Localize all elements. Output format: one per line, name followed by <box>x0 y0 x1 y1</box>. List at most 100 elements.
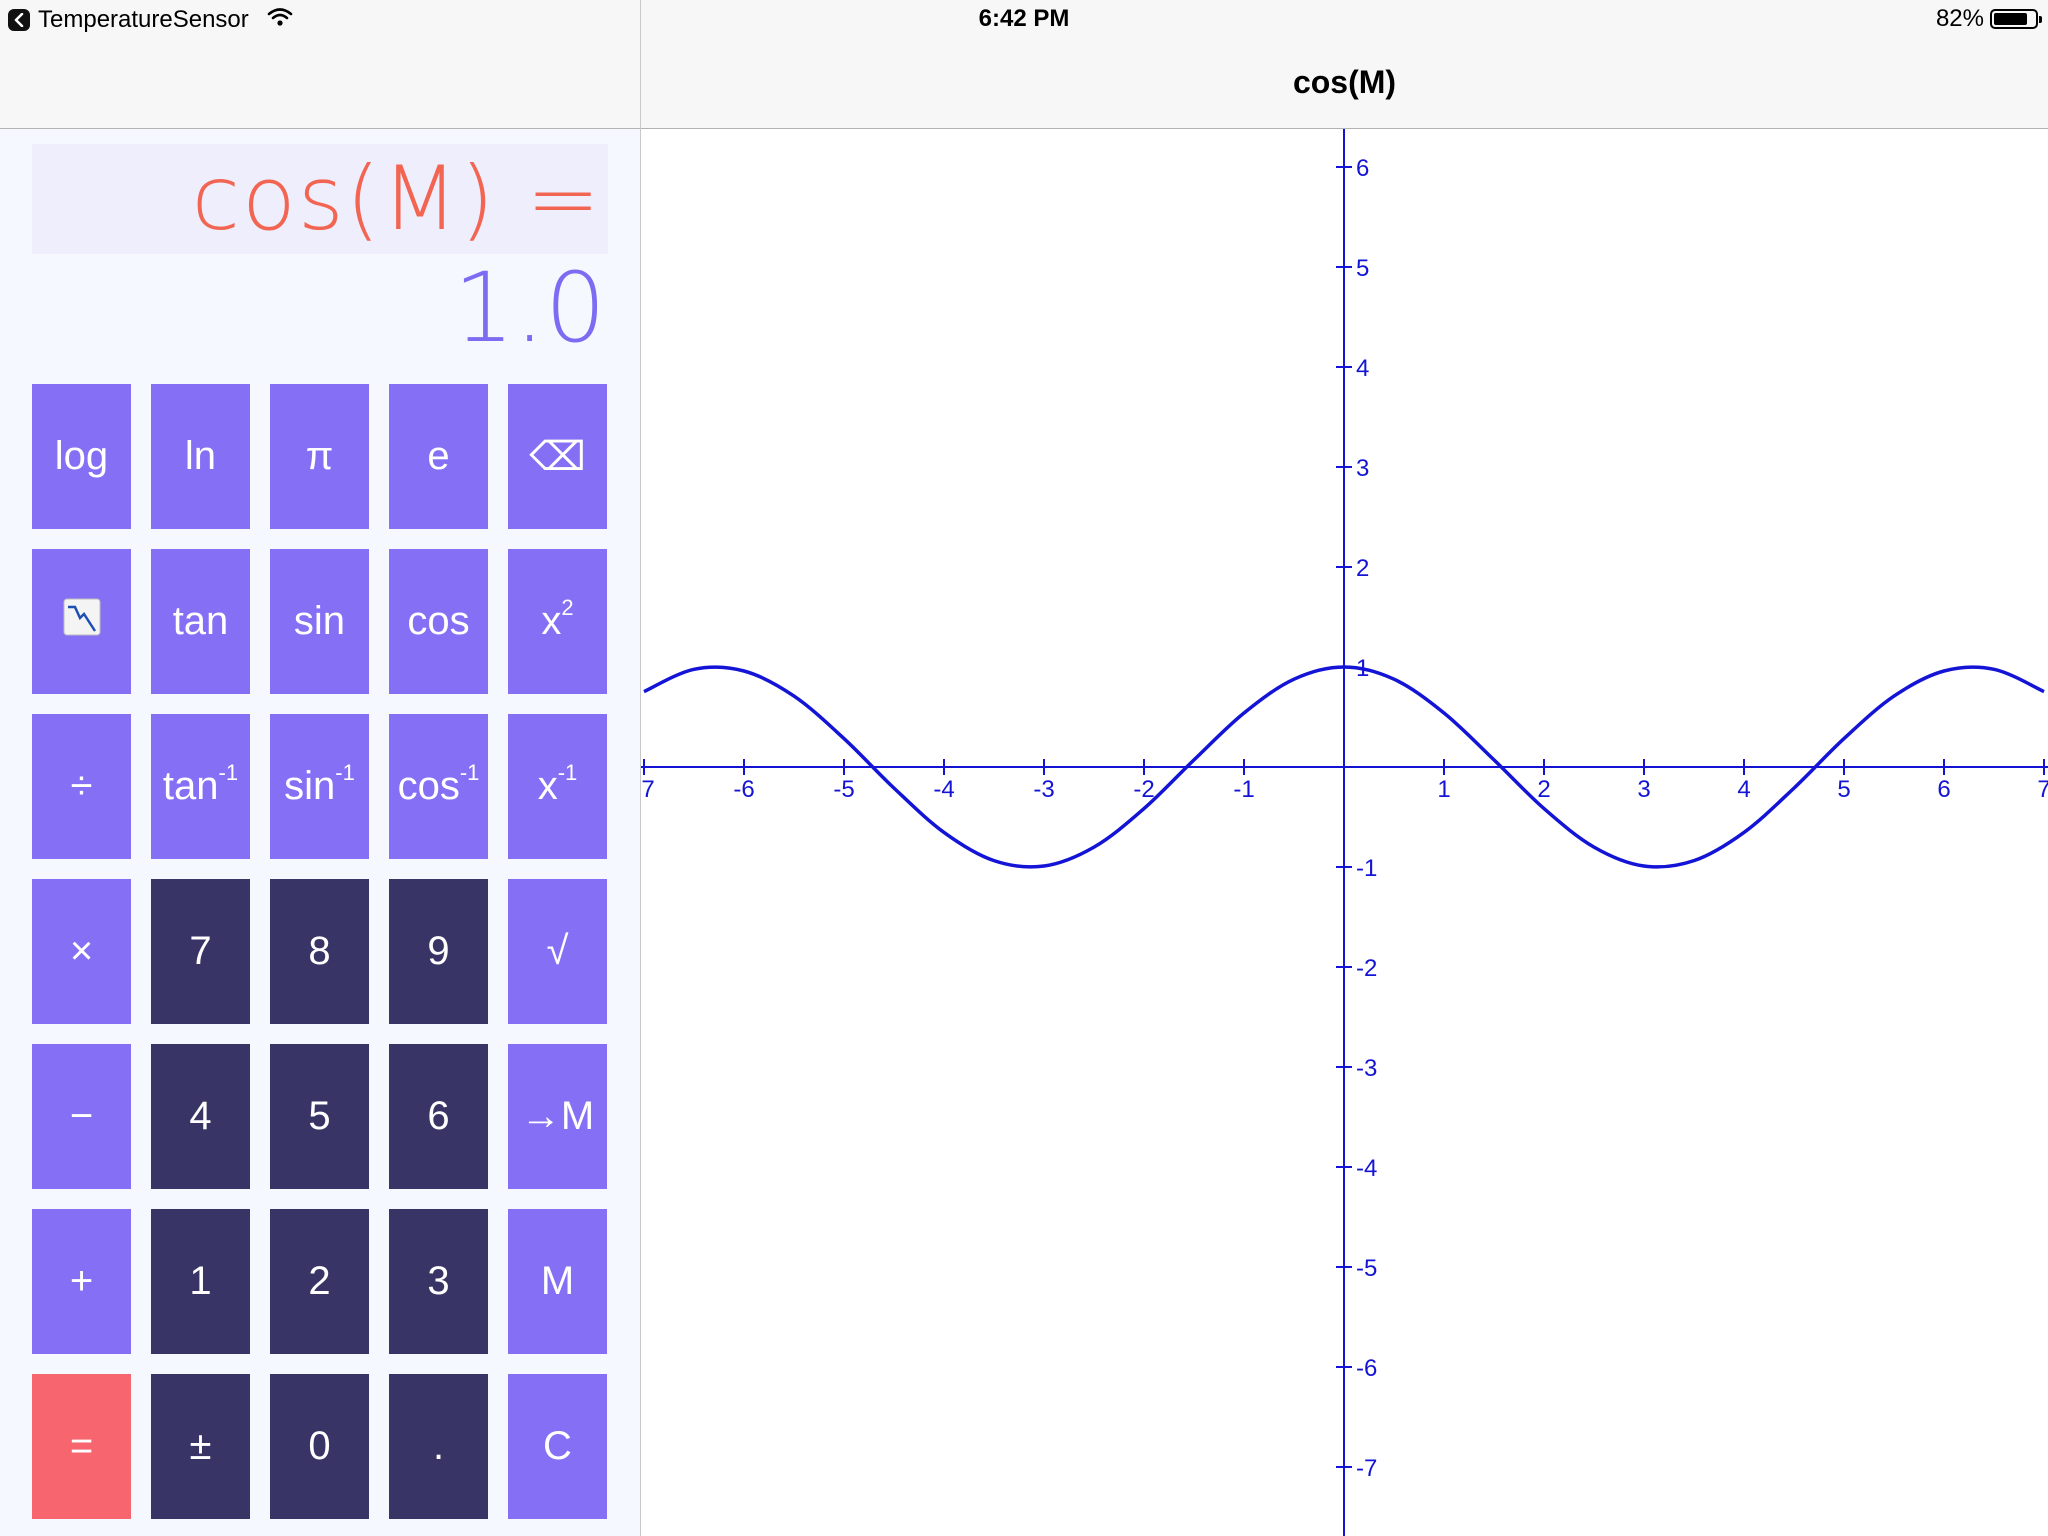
x-tick-label: 2 <box>1537 776 1550 803</box>
graph-icon-key[interactable] <box>32 549 131 694</box>
e-key[interactable]: e <box>389 384 488 529</box>
key-label: 1 <box>189 1259 212 1303</box>
3-key[interactable]: 3 <box>389 1209 488 1354</box>
x-tick-label: 3 <box>1637 776 1650 803</box>
result-display: 1.0 <box>453 252 606 364</box>
memory-key[interactable]: M <box>508 1209 607 1354</box>
clear-key[interactable]: C <box>508 1374 607 1519</box>
key-superscript: -1 <box>557 759 578 785</box>
log-key[interactable]: log <box>32 384 131 529</box>
π-key[interactable]: π <box>270 384 369 529</box>
plus-minus-key[interactable]: ± <box>151 1374 250 1519</box>
reciprocal-key[interactable]: x -1 <box>508 714 607 859</box>
battery-icon <box>1990 9 2042 29</box>
y-tick-label: 4 <box>1356 355 1369 382</box>
plus-key[interactable]: + <box>32 1209 131 1354</box>
arctan-key[interactable]: tan -1 <box>151 714 250 859</box>
5-key[interactable]: 5 <box>270 1044 369 1189</box>
multiply-key[interactable]: × <box>32 879 131 1024</box>
x-tick-label: 6 <box>1937 776 1950 803</box>
x-tick-label: 4 <box>1737 776 1750 803</box>
key-label: π <box>305 434 334 478</box>
key-superscript: -1 <box>459 759 480 785</box>
8-key[interactable]: 8 <box>270 879 369 1024</box>
6-key[interactable]: 6 <box>389 1044 488 1189</box>
y-tick-label: -4 <box>1356 1155 1377 1182</box>
y-tick-label: -1 <box>1356 855 1377 882</box>
y-tick-label: -7 <box>1356 1455 1377 1482</box>
key-label: 0 <box>308 1424 331 1468</box>
key-superscript: -1 <box>218 759 239 785</box>
4-key[interactable]: 4 <box>151 1044 250 1189</box>
key-label: 7 <box>189 929 212 973</box>
key-label: log <box>54 434 109 478</box>
x-tick-label: -1 <box>1233 776 1254 803</box>
tan-key[interactable]: tan <box>151 549 250 694</box>
key-label: tan <box>172 599 229 643</box>
key-label: 5 <box>308 1094 331 1138</box>
key-superscript: 2 <box>561 594 574 620</box>
key-superscript: -1 <box>335 759 355 785</box>
key-label: ± <box>189 1424 212 1468</box>
store-memory-key[interactable]: →M <box>508 1044 607 1189</box>
nav-title: cos(M) <box>1292 64 1397 100</box>
x-tick-label: 1 <box>1437 776 1450 803</box>
decimal-key[interactable]: . <box>389 1374 488 1519</box>
x-tick-label: -4 <box>933 776 954 803</box>
key-label: ⌫ <box>529 434 586 479</box>
function-graph[interactable]: -7-6-5-4-3-2-11234567654321-1-2-3-4-5-6-… <box>641 129 2048 1536</box>
x-tick-label: -6 <box>733 776 754 803</box>
key-label: 8 <box>308 929 331 973</box>
key-label: 3 <box>427 1259 450 1303</box>
backspace-key[interactable]: ⌫ <box>508 384 607 529</box>
key-label: e <box>427 434 450 478</box>
y-tick-label: -5 <box>1356 1255 1377 1282</box>
status-bar: TemperatureSensor 6:42 PM 82% <box>0 0 2048 40</box>
key-label: →M <box>520 1094 595 1138</box>
x-tick-label: -5 <box>833 776 854 803</box>
key-label: . <box>432 1424 445 1468</box>
cos-key[interactable]: cos <box>389 549 488 694</box>
y-tick-label: 2 <box>1356 555 1369 582</box>
expression-display: cos(M) = <box>32 144 608 254</box>
graph-nav-bar: cos(M) <box>641 40 2048 129</box>
battery-level-fill <box>1994 13 2027 25</box>
minus-key[interactable]: − <box>32 1044 131 1189</box>
clock: 6:42 PM <box>978 5 1070 32</box>
key-label: 6 <box>427 1094 450 1138</box>
key-label: tan <box>162 764 219 808</box>
divide-key[interactable]: ÷ <box>32 714 131 859</box>
key-label: + <box>69 1259 94 1303</box>
key-label: cos <box>397 764 460 808</box>
sqrt-key[interactable]: √ <box>508 879 607 1024</box>
key-label: − <box>69 1094 94 1138</box>
y-tick-label: 6 <box>1356 155 1369 182</box>
key-label: 4 <box>189 1094 212 1138</box>
battery-percent: 82% <box>1935 5 1984 32</box>
7-key[interactable]: 7 <box>151 879 250 1024</box>
calculator-nav-bar <box>0 40 640 129</box>
0-key[interactable]: 0 <box>270 1374 369 1519</box>
key-label: sin <box>293 599 346 643</box>
ln-key[interactable]: ln <box>151 384 250 529</box>
9-key[interactable]: 9 <box>389 879 488 1024</box>
2-key[interactable]: 2 <box>270 1209 369 1354</box>
key-label: 2 <box>308 1259 331 1303</box>
key-label: C <box>543 1424 572 1468</box>
square-key[interactable]: x2 <box>508 549 607 694</box>
arcsin-key[interactable]: sin -1 <box>270 714 369 859</box>
key-label: √ <box>546 929 569 973</box>
arccos-key[interactable]: cos -1 <box>389 714 488 859</box>
sin-key[interactable]: sin <box>270 549 369 694</box>
1-key[interactable]: 1 <box>151 1209 250 1354</box>
y-tick-label: -6 <box>1356 1355 1377 1382</box>
key-label: ÷ <box>70 764 93 808</box>
key-label: sin <box>284 764 336 808</box>
x-tick-label: 7 <box>2037 776 2048 803</box>
chart-icon <box>63 598 101 646</box>
x-tick-label: 5 <box>1837 776 1850 803</box>
equals-key[interactable]: = <box>32 1374 131 1519</box>
graph-canvas[interactable]: -7-6-5-4-3-2-11234567654321-1-2-3-4-5-6-… <box>641 129 2048 1536</box>
key-label: × <box>69 929 94 973</box>
key-label: 9 <box>427 929 450 973</box>
